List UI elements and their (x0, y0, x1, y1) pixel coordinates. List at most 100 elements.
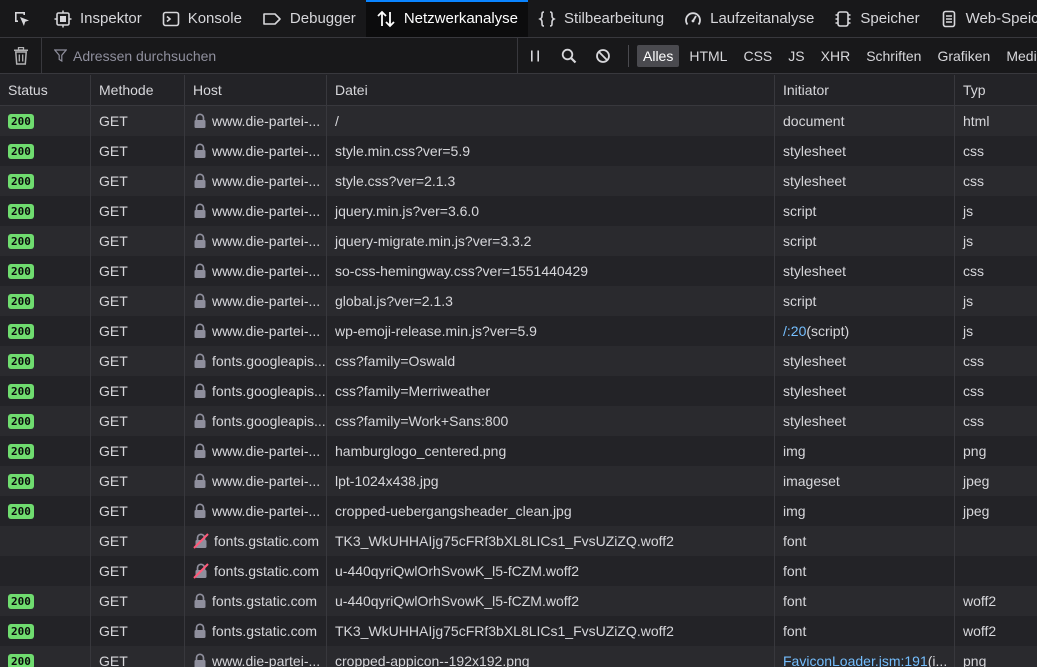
url-filter (42, 38, 518, 73)
column-header-file[interactable]: Datei (327, 75, 775, 105)
tab-konsole[interactable]: Konsole (152, 0, 252, 37)
initiator-link[interactable]: /:20 (783, 323, 806, 339)
tab-stilbearbeitung[interactable]: Stilbearbeitung (528, 0, 674, 37)
filter-grafiken[interactable]: Grafiken (931, 45, 996, 67)
lock-icon (193, 503, 207, 519)
table-row[interactable]: 200 GET fonts.gstatic.com u-440qyriQwlOrhSv… (0, 586, 1037, 616)
filter-js[interactable]: JS (782, 45, 810, 67)
table-row[interactable]: 200 GET fonts.googleapis... css?family=Merr… (0, 376, 1037, 406)
host-text: www.die-partei-... (212, 173, 321, 189)
method-cell: GET (91, 586, 185, 616)
initiator-cell: img (775, 496, 955, 526)
column-header-method[interactable]: Methode (91, 75, 185, 105)
host-cell: fonts.googleapis... (185, 346, 327, 376)
lock-icon (193, 173, 207, 189)
column-header-initiator[interactable]: Initiator (775, 75, 955, 105)
gauge-icon (684, 10, 702, 28)
table-row[interactable]: GET fonts.gstatic.com u-440qyriQwlOrhSvowK… (0, 556, 1037, 586)
host-text: fonts.gstatic.com (214, 563, 320, 579)
table-row[interactable]: GET fonts.gstatic.com TK3_WkUHHAIjg75cFRf3… (0, 526, 1037, 556)
pause-button[interactable] (518, 38, 552, 73)
type-cell: css (963, 413, 984, 429)
file-cell: css?family=Oswald (327, 346, 775, 376)
filter-schriften[interactable]: Schriften (860, 45, 927, 67)
status-badge: 200 (8, 173, 34, 189)
tab-speicher[interactable]: Speicher (824, 0, 929, 37)
table-row[interactable]: 200 GET fonts.googleapis... css?family=Oswa… (0, 346, 1037, 376)
filter-xhr[interactable]: XHR (815, 45, 857, 67)
table-row[interactable]: 200 GET www.die-partei-... cropped-uebergan… (0, 496, 1037, 526)
requests-table: Status Methode Host Datei Initiator Typ … (0, 75, 1037, 667)
table-row[interactable]: 200 GET www.die-partei-... so-css-hemingway… (0, 256, 1037, 286)
filter-medien[interactable]: Medien (1000, 45, 1037, 67)
tab-netzwerkanalyse[interactable]: Netzwerkanalyse (365, 0, 529, 37)
lock-icon (193, 263, 207, 279)
column-header-type[interactable]: Typ (955, 75, 1037, 105)
method-cell: GET (91, 376, 185, 406)
initiator-cell: stylesheet (775, 166, 955, 196)
table-row[interactable]: 200 GET www.die-partei-... style.css?ver=2.… (0, 166, 1037, 196)
filter-alles[interactable]: Alles (637, 44, 680, 67)
type-cell: js (963, 203, 974, 219)
status-badge: 200 (8, 503, 34, 519)
status-badge: 200 (8, 233, 34, 249)
type-cell: css (963, 263, 984, 279)
type-cell: css (963, 143, 984, 159)
host-cell: www.die-partei-... (185, 286, 327, 316)
tab-inspektor[interactable]: Inspektor (44, 0, 152, 37)
host-cell: www.die-partei-... (185, 436, 327, 466)
initiator-cell: stylesheet (775, 136, 955, 166)
tab-laufzeitanalyse[interactable]: Laufzeitanalyse (674, 0, 824, 37)
block-requests-button[interactable] (586, 38, 620, 73)
table-row[interactable]: 200 GET fonts.gstatic.com TK3_WkUHHAIjg75cF… (0, 616, 1037, 646)
table-row[interactable]: 200 GET www.die-partei-... style.min.css?ve… (0, 136, 1037, 166)
tab-web-speich[interactable]: Web-Speich (930, 0, 1037, 37)
filter-html[interactable]: HTML (683, 45, 733, 67)
filter-css[interactable]: CSS (737, 45, 778, 67)
host-text: fonts.gstatic.com (212, 623, 318, 639)
initiator-cell: font (775, 526, 955, 556)
status-badge: 200 (8, 473, 34, 489)
host-cell: fonts.gstatic.com (185, 526, 327, 556)
table-row[interactable]: 200 GET www.die-partei-... lpt-1024x438.jpg… (0, 466, 1037, 496)
host-text: www.die-partei-... (212, 473, 321, 489)
status-badge: 200 (8, 383, 34, 399)
inspector-icon (54, 10, 72, 28)
lock-icon (193, 233, 207, 249)
initiator-link[interactable]: FaviconLoader.jsm:191 (783, 653, 928, 667)
host-cell: www.die-partei-... (185, 226, 327, 256)
status-badge: 200 (8, 653, 34, 667)
network-icon (376, 10, 396, 28)
host-text: www.die-partei-... (212, 293, 321, 309)
table-row[interactable]: 200 GET www.die-partei-... wp-emoji-release… (0, 316, 1037, 346)
table-row[interactable]: 200 GET www.die-partei-... jquery.min.js?ve… (0, 196, 1037, 226)
table-row[interactable]: 200 GET www.die-partei-... / document html (0, 106, 1037, 136)
host-text: www.die-partei-... (212, 233, 321, 249)
file-cell: u-440qyriQwlOrhSvowK_l5-fCZM.woff2 (327, 586, 775, 616)
lock-icon (193, 353, 207, 369)
search-button[interactable] (552, 38, 586, 73)
initiator-suffix: (i... (927, 653, 948, 667)
pause-icon (531, 50, 539, 61)
status-badge: 200 (8, 623, 34, 639)
url-filter-input[interactable] (73, 47, 473, 64)
lock-icon (193, 113, 207, 129)
table-row[interactable]: 200 GET www.die-partei-... global.js?ver=2.… (0, 286, 1037, 316)
table-row[interactable]: 200 GET www.die-partei-... hamburglogo_cent… (0, 436, 1037, 466)
table-row[interactable]: 200 GET www.die-partei-... jquery-migrate.m… (0, 226, 1037, 256)
method-cell: GET (91, 436, 185, 466)
status-cell: 200 (0, 106, 91, 136)
file-cell: style.css?ver=2.1.3 (327, 166, 775, 196)
table-row[interactable]: 200 GET fonts.googleapis... css?family=Work… (0, 406, 1037, 436)
type-cell: woff2 (963, 623, 997, 639)
clear-button[interactable] (0, 38, 42, 73)
tab-debugger[interactable]: Debugger (252, 0, 366, 37)
table-row[interactable]: 200 GET www.die-partei-... cropped-appicon-… (0, 646, 1037, 667)
method-cell: GET (91, 316, 185, 346)
column-header-status[interactable]: Status (0, 75, 91, 105)
status-cell: 200 (0, 376, 91, 406)
status-cell: 200 (0, 436, 91, 466)
column-header-host[interactable]: Host (185, 75, 327, 105)
host-text: www.die-partei-... (212, 653, 321, 667)
element-picker-button[interactable] (0, 0, 44, 37)
